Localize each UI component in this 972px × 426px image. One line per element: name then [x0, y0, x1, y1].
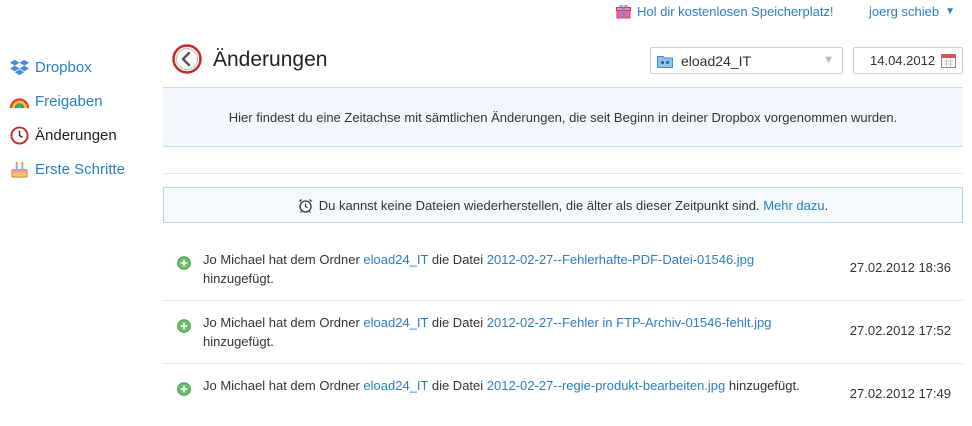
file-link[interactable]: 2012-02-27--regie-produkt-bearbeiten.jpg [487, 378, 725, 393]
event-middle: die Datei [428, 315, 487, 330]
folder-link[interactable]: eload24_IT [363, 252, 428, 267]
page-header: Änderungen eload24_IT ▼ 14.04.2012 [163, 42, 963, 80]
date-field[interactable]: 14.04.2012 [853, 47, 963, 74]
sidebar: Dropbox Freigaben Änderungen Erste Schri… [10, 50, 160, 186]
free-space-label: Hol dir kostenlosen Speicherplatz! [637, 4, 834, 19]
add-icon [177, 256, 191, 270]
more-info-link[interactable]: Mehr dazu [763, 198, 824, 213]
sidebar-item-dropbox[interactable]: Dropbox [10, 50, 160, 84]
event-list: Jo Michael hat dem Ordner eload24_IT die… [163, 238, 963, 426]
caret-down-icon: ▼ [945, 6, 956, 17]
event-timestamp: 27.02.2012 18:36 [849, 260, 951, 275]
folder-link[interactable]: eload24_IT [363, 378, 428, 393]
event-text: Jo Michael hat dem Ordner eload24_IT die… [203, 376, 823, 395]
divider [163, 173, 963, 174]
event-suffix: hinzugefügt. [725, 378, 800, 393]
warning-message: Du kannst keine Dateien wiederherstellen… [318, 197, 760, 213]
sidebar-item-label: Erste Schritte [35, 160, 126, 178]
add-icon [177, 382, 191, 396]
sidebar-item-aenderungen[interactable]: Änderungen [10, 118, 160, 152]
sidebar-item-freigaben[interactable]: Freigaben [10, 84, 160, 118]
list-item: Jo Michael hat dem Ordner eload24_IT die… [163, 300, 963, 363]
folder-link[interactable]: eload24_IT [363, 315, 428, 330]
event-timestamp: 27.02.2012 17:49 [849, 386, 951, 401]
event-suffix: hinzugefügt. [203, 334, 274, 349]
chevron-down-icon: ▼ [823, 54, 834, 66]
event-suffix: hinzugefügt. [203, 271, 274, 286]
event-prefix: Jo Michael hat dem Ordner [203, 252, 364, 267]
user-menu[interactable]: joerg schieb ▼ [869, 4, 955, 19]
sidebar-item-label: Änderungen [35, 126, 117, 144]
gift-icon [616, 5, 631, 19]
restore-warning: Du kannst keine Dateien wiederherstellen… [163, 187, 963, 223]
back-arrow-icon[interactable] [172, 44, 202, 74]
folder-select[interactable]: eload24_IT ▼ [650, 47, 843, 74]
list-item: Jo Michael hat dem Ordner eload24_IT die… [163, 238, 963, 300]
event-prefix: Jo Michael hat dem Ordner [203, 378, 364, 393]
event-middle: die Datei [428, 378, 487, 393]
clock-icon [10, 125, 29, 145]
top-bar: Hol dir kostenlosen Speicherplatz! joerg… [0, 0, 972, 26]
sidebar-item-erste-schritte[interactable]: Erste Schritte [10, 152, 160, 186]
free-space-link[interactable]: Hol dir kostenlosen Speicherplatz! [616, 4, 834, 19]
page-title: Änderungen [213, 48, 328, 71]
alarm-clock-icon [298, 198, 312, 213]
add-icon [177, 319, 191, 333]
event-middle: die Datei [428, 252, 487, 267]
cake-icon [11, 161, 28, 178]
file-link[interactable]: 2012-02-27--Fehler in FTP-Archiv-01546-f… [487, 315, 772, 330]
event-prefix: Jo Michael hat dem Ordner [203, 315, 364, 330]
event-text: Jo Michael hat dem Ordner eload24_IT die… [203, 250, 823, 288]
shared-folder-icon [657, 55, 673, 68]
event-timestamp: 27.02.2012 17:52 [849, 323, 951, 338]
dropbox-icon [10, 59, 29, 75]
sidebar-item-label: Dropbox [35, 58, 92, 76]
warning-suffix: . [824, 197, 829, 213]
user-name: joerg schieb [869, 4, 940, 19]
event-text: Jo Michael hat dem Ordner eload24_IT die… [203, 313, 823, 351]
date-value: 14.04.2012 [870, 53, 936, 68]
rainbow-icon [10, 97, 29, 108]
warning-text: Du kannst keine Dateien wiederherstellen… [319, 198, 828, 213]
info-banner: Hier findest du eine Zeitachse mit sämtl… [163, 87, 963, 147]
list-item: Jo Michael hat dem Ordner eload24_IT die… [163, 363, 963, 426]
sidebar-item-label: Freigaben [35, 92, 103, 110]
folder-select-value: eload24_IT [681, 52, 752, 69]
file-link[interactable]: 2012-02-27--Fehlerhafte-PDF-Datei-01546.… [487, 252, 754, 267]
calendar-icon[interactable] [941, 53, 956, 68]
